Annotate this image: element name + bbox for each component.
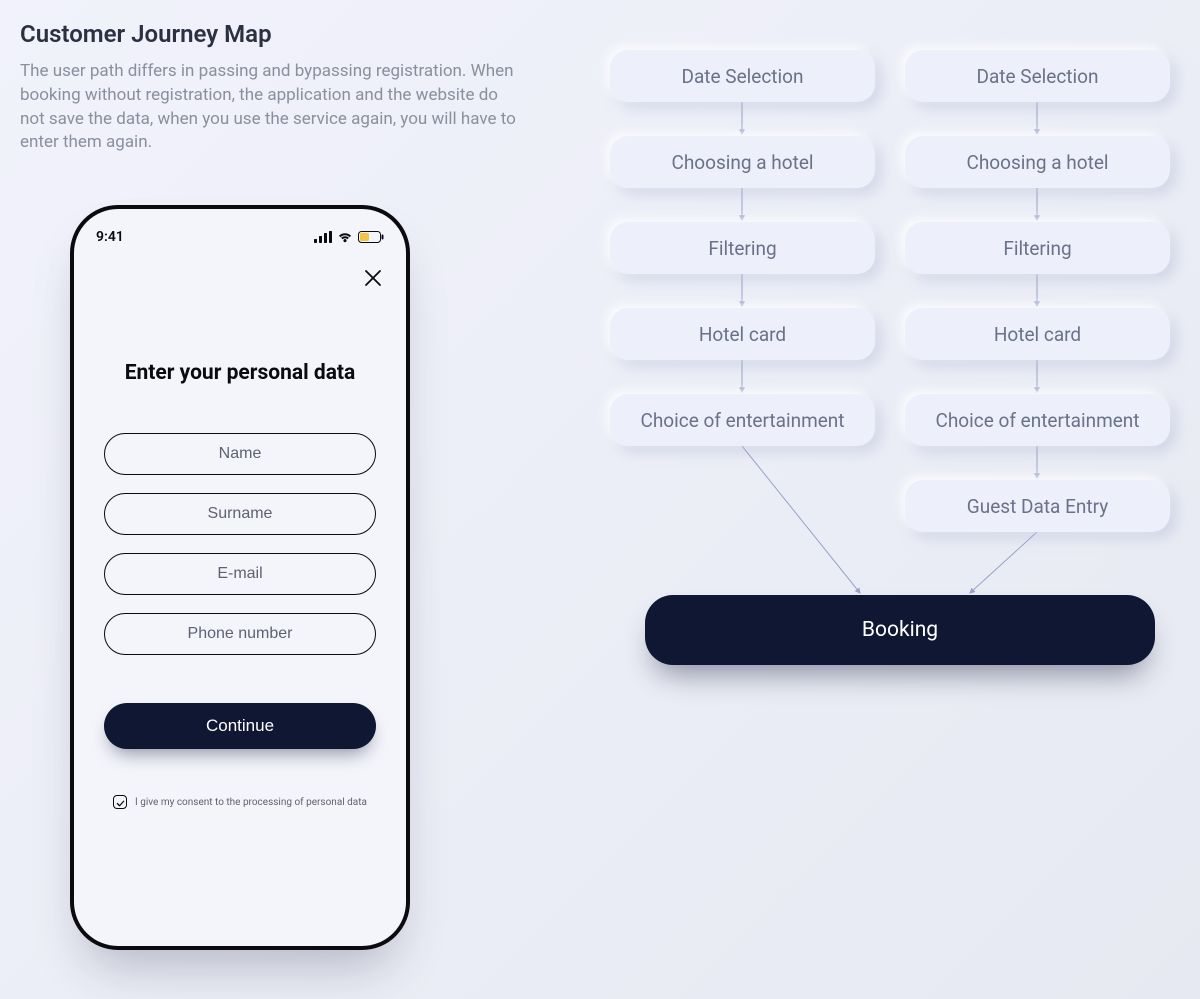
flow-step: Hotel card [905,308,1170,360]
wifi-icon [337,231,353,243]
page-description: The user path differs in passing and byp… [20,60,520,155]
flow-step: Hotel card [610,308,875,360]
status-time: 9:41 [96,229,124,245]
flow-step: Choice of entertainment [610,394,875,446]
check-icon [116,793,125,812]
flow-step: Filtering [610,222,875,274]
page-title: Customer Journey Map [20,20,520,48]
phone-field[interactable] [104,613,376,655]
consent-text: I give my consent to the processing of p… [135,797,367,808]
battery-icon [358,231,384,243]
close-button[interactable] [362,269,384,291]
surname-field[interactable] [104,493,376,535]
close-icon [364,269,382,291]
flow-step: Filtering [905,222,1170,274]
journey-flow: Date Selection Choosing a hotel Filterin… [610,50,1180,532]
flow-step: Choosing a hotel [905,136,1170,188]
flow-step: Date Selection [905,50,1170,102]
name-field[interactable] [104,433,376,475]
email-field[interactable] [104,553,376,595]
flow-step: Choosing a hotel [610,136,875,188]
flow-step: Choice of entertainment [905,394,1170,446]
flow-step: Guest Data Entry [905,480,1170,532]
flow-step: Date Selection [610,50,875,102]
flow-column-right: Date Selection Choosing a hotel Filterin… [905,50,1170,532]
status-bar: 9:41 [96,227,384,247]
cellular-icon [314,231,332,243]
flow-column-left: Date Selection Choosing a hotel Filterin… [610,50,875,532]
continue-button[interactable]: Continue [104,703,376,749]
flow-booking: Booking [645,595,1155,665]
form-title: Enter your personal data [96,361,384,385]
phone-mockup: 9:41 [70,205,410,950]
consent-checkbox[interactable] [113,795,127,809]
